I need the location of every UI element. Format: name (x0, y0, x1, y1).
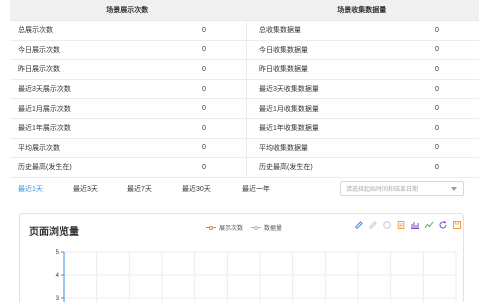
right-stat-value: 0 (435, 105, 439, 113)
page: 场景展示次数 场景收集数据量 总展示次数 0 总收集数据量 0 今日展示次数 0 今日收集数… (0, 0, 479, 302)
right-stat-label: 最近3天收集数据量 (246, 79, 398, 99)
tab-last-30-days[interactable]: 最近30天 (182, 184, 211, 194)
legend-swatch-data-volume (251, 225, 262, 231)
stats-header: 场景展示次数 场景收集数据量 (10, 0, 479, 21)
left-stat-value: 0 (202, 85, 206, 93)
chevron-down-icon (451, 187, 457, 191)
right-stat-value: 0 (435, 46, 439, 54)
left-stat-value: 0 (202, 65, 206, 73)
right-stat-label: 最近1月收集数据量 (246, 99, 398, 118)
edit-icon[interactable] (354, 220, 364, 230)
right-column-title: 场景收集数据量 (337, 7, 387, 14)
data-view-icon[interactable] (396, 220, 406, 230)
left-stat-label: 最近1年展示次数 (18, 125, 71, 133)
date-range-placeholder: 请选择起始时间和结束日期 (346, 187, 419, 193)
legend-label-impressions: 展示次数 (219, 226, 244, 232)
left-stat-value: 0 (202, 105, 206, 113)
right-stat-value: 0 (435, 163, 439, 171)
chart-legend: 展示次数 数据量 (206, 223, 282, 232)
legend-item-data-volume[interactable]: 数据量 (251, 223, 282, 232)
y-tick-label: 3 (56, 296, 60, 302)
chart-toolbox (354, 220, 462, 230)
left-stat-label: 历史最高(发生在) (18, 164, 72, 172)
left-stat-value: 0 (202, 144, 206, 152)
left-stat-label: 最近1月展示次数 (18, 105, 71, 113)
tab-last-1-day[interactable]: 最近1天 (18, 184, 43, 194)
right-stat-label: 总收集数据量 (246, 21, 398, 40)
left-stat-label: 总展示次数 (18, 27, 53, 35)
y-tick-label: 5 (56, 250, 60, 256)
right-stat-value: 0 (435, 26, 439, 34)
right-stat-label: 历史最高(发生在) (246, 158, 398, 177)
stats-rows: 总展示次数 0 总收集数据量 0 今日展示次数 0 今日收集数据量 0 昨日展示次数 0 昨日收集数… (10, 21, 479, 178)
right-stat-value: 0 (435, 144, 439, 152)
stats-row: 昨日展示次数 0 昨日收集数据量 0 (10, 60, 479, 80)
restore-icon[interactable] (382, 220, 392, 230)
stats-row: 最近1年展示次数 0 最近1年收集数据量 0 (10, 118, 479, 139)
stats-row: 今日展示次数 0 今日收集数据量 0 (10, 40, 479, 61)
right-stat-value: 0 (435, 65, 439, 73)
right-stat-value: 0 (435, 124, 439, 132)
left-stat-value: 0 (202, 163, 206, 171)
legend-item-impressions[interactable]: 展示次数 (206, 223, 243, 232)
left-stat-value: 0 (202, 46, 206, 54)
left-column-title: 场景展示次数 (106, 7, 149, 14)
left-stat-value: 0 (202, 124, 206, 132)
y-tick-label: 4 (56, 273, 60, 279)
right-stat-label: 昨日收集数据量 (246, 60, 398, 79)
chart-title: 页面浏览量 (29, 227, 79, 238)
chart-panel: 5 4 3 页面浏览量 展示次数 数据量 (19, 213, 464, 302)
right-stat-label: 平均收集数据量 (246, 138, 398, 158)
stats-row: 总展示次数 0 总收集数据量 0 (10, 21, 479, 41)
left-stat-label: 最近3天展示次数 (18, 86, 71, 94)
tab-last-3-days[interactable]: 最近3天 (73, 184, 98, 194)
legend-label-data-volume: 数据量 (264, 226, 283, 232)
legend-swatch-impressions (206, 225, 216, 231)
refresh-icon[interactable] (438, 220, 448, 230)
tab-last-year[interactable]: 最近一年 (242, 184, 270, 194)
left-stat-label: 今日展示次数 (18, 46, 60, 54)
edit-disabled-icon[interactable] (368, 220, 378, 230)
right-stat-value: 0 (435, 85, 439, 93)
left-stat-value: 0 (202, 26, 206, 34)
save-image-icon[interactable] (452, 220, 462, 230)
date-range-picker[interactable]: 请选择起始时间和结束日期 (340, 181, 464, 196)
stats-row: 平均展示次数 0 平均收集数据量 0 (10, 138, 479, 159)
left-stat-label: 平均展示次数 (18, 144, 60, 152)
stats-row: 最近1月展示次数 0 最近1月收集数据量 0 (10, 99, 479, 119)
tab-last-7-days[interactable]: 最近7天 (127, 184, 152, 194)
line-chart-icon[interactable] (424, 220, 434, 230)
right-stat-label: 今日收集数据量 (246, 40, 398, 60)
right-stat-label: 最近1年收集数据量 (246, 118, 398, 138)
stats-row: 最近3天展示次数 0 最近3天收集数据量 0 (10, 79, 479, 100)
stats-row: 历史最高(发生在) 0 历史最高(发生在) 0 (10, 158, 479, 178)
stats-table: 场景展示次数 场景收集数据量 总展示次数 0 总收集数据量 0 今日展示次数 0 今日收集数… (10, 0, 479, 178)
left-stat-label: 昨日展示次数 (18, 66, 60, 74)
bar-chart-icon[interactable] (410, 220, 420, 230)
